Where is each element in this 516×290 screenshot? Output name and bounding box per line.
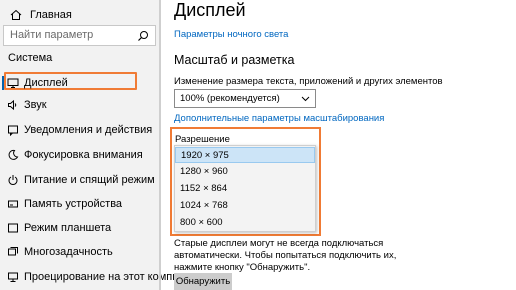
page-title: Дисплей [174, 0, 246, 20]
home-label: Главная [30, 9, 72, 21]
projection-icon [8, 272, 18, 282]
resolution-option[interactable]: 1024 × 768 [175, 198, 315, 214]
sidebar-item-label: Память устройства [24, 198, 123, 210]
search-input[interactable]: Найти параметр [3, 25, 156, 46]
sidebar-item-label: Режим планшета [24, 222, 112, 234]
monitor-icon [7, 78, 19, 88]
main-content: Дисплей Параметры ночного света Масштаб … [161, 0, 516, 290]
sidebar-item-focus-assist[interactable]: Фокусировка внимания [0, 146, 161, 164]
storage-icon [8, 200, 18, 208]
speaker-icon [8, 99, 17, 111]
detect-note: Старые дисплеи могут не всегда подключат… [174, 238, 397, 273]
night-light-link[interactable]: Параметры ночного света [174, 29, 288, 40]
resolution-highlight: Разрешение 1920 × 975 1280 × 960 1152 × … [170, 127, 321, 236]
sidebar-item-label: Фокусировка внимания [24, 149, 143, 161]
sidebar-item-projection[interactable]: Проецирование на этот компьютер [0, 268, 203, 286]
sidebar: Главная Найти параметр Система Дисплей З… [0, 0, 203, 290]
sidebar-item-storage[interactable]: Память устройства [0, 195, 161, 213]
chevron-down-icon [301, 96, 310, 102]
scale-label: Изменение размера текста, приложений и д… [174, 76, 443, 87]
sidebar-item-multitasking[interactable]: Многозадачность [0, 243, 161, 261]
sidebar-item-power-sleep[interactable]: Питание и спящий режим [0, 171, 161, 189]
resolution-dropdown-list[interactable]: 1920 × 975 1280 × 960 1152 × 864 1024 × … [174, 145, 316, 232]
home-icon [10, 9, 22, 20]
section-header: Система [8, 52, 53, 64]
multitask-icon [8, 247, 18, 256]
resolution-label: Разрешение [175, 134, 230, 145]
sidebar-item-label: Многозадачность [24, 246, 113, 258]
sidebar-item-tablet-mode[interactable]: Режим планшета [0, 219, 161, 237]
notification-icon [8, 125, 18, 136]
sidebar-item-sound[interactable]: Звук [0, 96, 161, 114]
power-icon [8, 175, 18, 185]
scale-dropdown[interactable]: 100% (рекомендуется) [174, 89, 316, 108]
moon-icon [8, 149, 19, 160]
detect-button[interactable]: Обнаружить [174, 273, 232, 290]
sidebar-item-display[interactable]: Дисплей [0, 72, 161, 92]
search-placeholder: Найти параметр [10, 29, 94, 41]
advanced-scaling-link[interactable]: Дополнительные параметры масштабирования [174, 113, 384, 124]
sidebar-item-label: Уведомления и действия [24, 124, 153, 136]
search-icon [138, 31, 148, 41]
resolution-option[interactable]: 800 × 600 [175, 215, 315, 231]
scale-value: 100% (рекомендуется) [180, 93, 280, 104]
selection-bar [2, 76, 4, 90]
sidebar-item-notifications[interactable]: Уведомления и действия [0, 121, 161, 139]
home-link[interactable]: Главная [10, 8, 72, 22]
sidebar-item-label: Дисплей [24, 77, 68, 89]
resolution-option[interactable]: 1920 × 975 [175, 147, 315, 163]
scale-section-header: Масштаб и разметка [174, 53, 295, 67]
resolution-option[interactable]: 1152 × 864 [175, 181, 315, 197]
sidebar-item-label: Питание и спящий режим [24, 174, 155, 186]
tablet-icon [8, 223, 18, 233]
sidebar-item-label: Звук [24, 99, 47, 111]
resolution-option[interactable]: 1280 × 960 [175, 164, 315, 180]
